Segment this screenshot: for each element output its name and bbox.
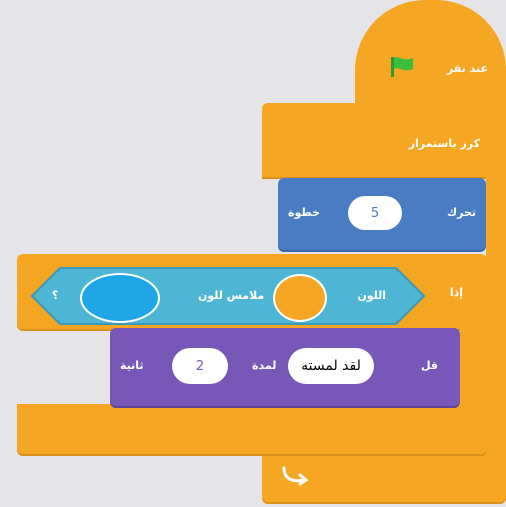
move-steps-block[interactable]: تحرك 5 خطوة — [278, 178, 486, 250]
forever-block[interactable]: كرر باستمرار — [262, 103, 506, 177]
seconds-input[interactable]: 2 — [172, 348, 228, 384]
if-label: إذا — [449, 286, 463, 299]
sensing-middle-label: ملامس للون — [198, 289, 265, 302]
if-block-bottom — [17, 404, 487, 454]
sensing-question-mark: ؟ — [52, 289, 59, 302]
orange-color-swatch[interactable] — [273, 274, 327, 322]
green-flag-icon — [391, 57, 413, 77]
move-prefix: تحرك — [447, 206, 476, 219]
sensing-color-label: اللون — [357, 289, 386, 302]
when-flag-clicked-block[interactable]: عند نقر — [355, 0, 506, 108]
message-input[interactable]: لقد لمسته — [288, 348, 374, 384]
steps-input[interactable]: 5 — [348, 196, 402, 230]
say-for-secs-block[interactable]: قل لقد لمسته لمدة 2 ثانية — [110, 328, 460, 406]
if-arm — [460, 320, 487, 410]
say-for-label: لمدة — [252, 359, 277, 372]
seconds-unit-label: ثانية — [120, 359, 144, 372]
loop-arrow-icon — [282, 466, 309, 486]
move-suffix: خطوة — [288, 206, 321, 219]
hat-label: عند نقر — [446, 62, 488, 75]
say-label: قل — [420, 359, 438, 372]
blue-color-swatch[interactable] — [80, 273, 160, 323]
color-touching-color-block[interactable]: اللون ملامس للون ؟ — [30, 266, 426, 326]
forever-block-bottom — [262, 450, 506, 502]
forever-label: كرر باستمرار — [408, 137, 480, 150]
